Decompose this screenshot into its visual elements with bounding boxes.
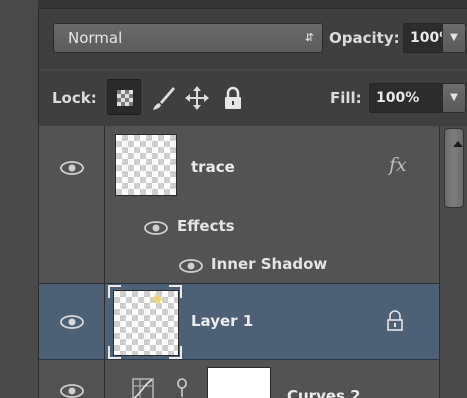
lock-all-button[interactable] [218, 83, 248, 113]
fill-label: Fill: [330, 89, 362, 107]
curves-adjustment-icon [132, 378, 154, 398]
visibility-column [39, 126, 105, 398]
fill-dropdown-button[interactable]: ▼ [442, 83, 466, 113]
opacity-label: Opacity: [329, 29, 400, 47]
mask-thumbnail[interactable] [207, 367, 271, 398]
lock-row: Lock: Fill: 100% ▼ [39, 69, 467, 127]
eye-icon[interactable] [143, 220, 169, 236]
layer-name[interactable]: Layer 1 [191, 312, 253, 330]
layers-scrollbar[interactable] [439, 126, 467, 398]
effect-item-label: Inner Shadow [211, 255, 328, 273]
updown-arrows-icon: ⇵ [304, 31, 314, 44]
layers-list: trace fx Effects Inner Shadow Layer 1 Cu… [39, 126, 467, 398]
layer-thumbnail[interactable] [115, 134, 177, 196]
lock-label: Lock: [52, 89, 97, 107]
lock-image-pixels-button[interactable] [149, 83, 179, 113]
scroll-up-icon[interactable] [453, 141, 463, 147]
panel-left-margin [0, 0, 39, 398]
lock-icon [387, 310, 403, 331]
opacity-dropdown-button[interactable]: ▼ [442, 23, 466, 53]
chevron-down-icon: ▼ [450, 92, 458, 103]
checkerboard-icon [117, 90, 133, 106]
blend-mode-select[interactable]: Normal ⇵ [53, 23, 323, 53]
chevron-down-icon: ▼ [450, 32, 458, 43]
panel-top-edge [38, 0, 467, 9]
eye-icon[interactable] [178, 258, 204, 274]
selection-corners-icon [108, 285, 182, 359]
fx-icon[interactable]: fx [389, 154, 407, 176]
blend-mode-value: Normal [68, 29, 123, 47]
fill-input[interactable]: 100% [369, 83, 445, 113]
lock-transparent-pixels-button[interactable] [107, 79, 141, 115]
scrollbar-thumb[interactable] [444, 128, 464, 208]
layer-name[interactable]: trace [191, 158, 235, 176]
link-icon[interactable] [175, 377, 189, 398]
opacity-input[interactable]: 100% [403, 23, 453, 53]
layer-name[interactable]: Curves 2 [287, 387, 361, 398]
blend-row: Normal ⇵ Opacity: 100% ▼ [39, 9, 467, 68]
fill-value: 100% [376, 90, 420, 106]
effects-label: Effects [177, 217, 235, 235]
layers-panel: Normal ⇵ Opacity: 100% ▼ Lock: Fill: 100… [0, 0, 467, 398]
brush-icon [153, 87, 175, 110]
move-arrows-icon [185, 86, 209, 110]
padlock-icon [225, 86, 241, 109]
lock-position-button[interactable] [182, 83, 212, 113]
